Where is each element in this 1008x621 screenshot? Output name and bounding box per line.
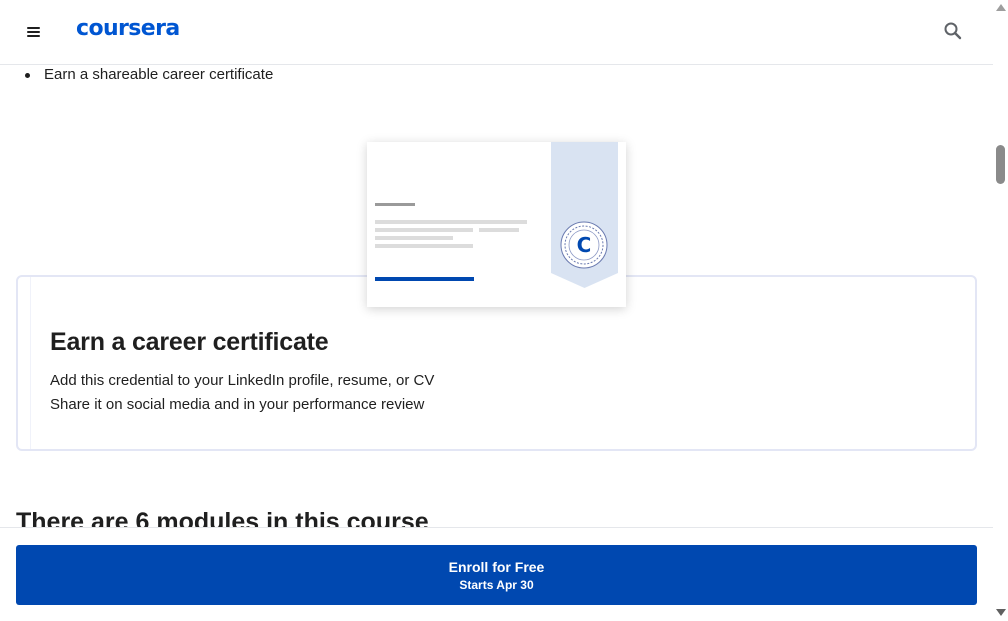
- section-divider: [30, 277, 31, 449]
- badge-letter: C: [577, 233, 592, 257]
- enroll-start-date: Starts Apr 30: [459, 578, 534, 592]
- hamburger-menu-icon[interactable]: [24, 22, 44, 42]
- enroll-button[interactable]: Enroll for Free Starts Apr 30: [16, 545, 977, 605]
- enroll-bar: Enroll for Free Starts Apr 30: [0, 527, 993, 621]
- scroll-down-arrow-icon[interactable]: [996, 609, 1006, 616]
- intro-bullet-list: Earn a shareable career certificate: [24, 65, 273, 85]
- vertical-scrollbar[interactable]: [993, 0, 1008, 621]
- coursera-logo[interactable]: coursera: [76, 16, 180, 41]
- scroll-up-arrow-icon[interactable]: [996, 4, 1006, 11]
- certificate-preview-image: C: [367, 142, 626, 307]
- certificate-line-2: Share it on social media and in your per…: [50, 396, 425, 413]
- enroll-label: Enroll for Free: [448, 559, 545, 575]
- scroll-thumb[interactable]: [996, 145, 1005, 184]
- certificate-line-1: Add this credential to your LinkedIn pro…: [50, 372, 435, 389]
- search-icon[interactable]: [942, 20, 964, 42]
- coursera-badge-icon: C: [560, 221, 608, 269]
- certificate-title: Earn a career certificate: [50, 328, 329, 356]
- list-item: Earn a shareable career certificate: [24, 65, 273, 85]
- top-header: coursera: [0, 0, 993, 65]
